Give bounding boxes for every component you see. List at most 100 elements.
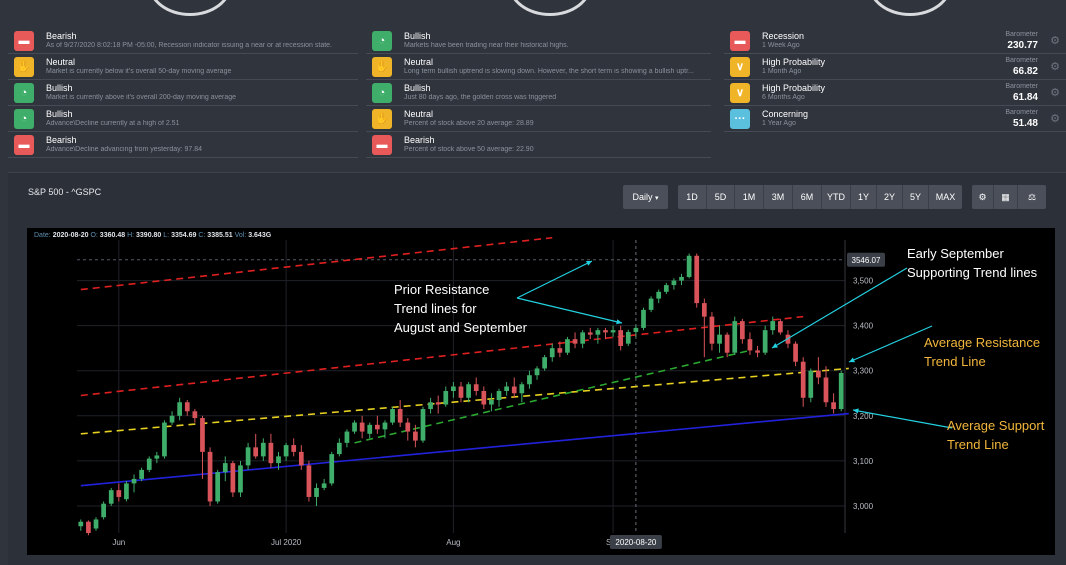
range-button-2y[interactable]: 2Y	[877, 185, 903, 209]
indicator-description: Long term bullish uptrend is slowing dow…	[404, 68, 694, 75]
caret-down-icon: ▾	[655, 195, 659, 202]
range-button-5y[interactable]: 5Y	[903, 185, 929, 209]
candle-body	[253, 447, 259, 457]
gauge-icon: ◔	[14, 83, 34, 103]
candle-body	[435, 402, 441, 405]
candle-body	[124, 483, 129, 500]
indicator-title: Bearish	[404, 135, 435, 145]
indicator-title: High Probability	[762, 83, 826, 93]
indicator-description: Just 80 days ago, the golden cross was t…	[404, 94, 557, 101]
range-button-1m[interactable]: 1M	[735, 185, 764, 209]
indicator-description: Market is currently above it's overall 2…	[46, 94, 237, 101]
annotation-line: August and September	[394, 320, 527, 335]
barometer-row[interactable]: ··· Concerning 1 Year Ago Barometer 51.48 ⚙	[724, 106, 1066, 132]
gear-icon[interactable]: ⚙	[1050, 86, 1060, 99]
dots-icon: ···	[730, 109, 750, 129]
indicator-row[interactable]: ✋ Neutral Market is currently below it's o…	[8, 54, 358, 80]
y-tick-label: 3,000	[853, 502, 874, 511]
indicator-row[interactable]: ▬ Bearish As of 9/27/2020 8:02:18 PM -05:0…	[8, 28, 358, 54]
interval-dropdown[interactable]: Daily ▾	[623, 185, 668, 209]
candle-body	[778, 321, 783, 333]
barometer-row[interactable]: ∨ High Probability 6 Months Ago Barometer 61…	[724, 80, 1066, 106]
candle-body	[739, 321, 745, 340]
x-tick-label: Jul 2020	[271, 538, 302, 547]
gauge-icon: ◔	[14, 109, 34, 129]
candlestick-chart[interactable]: 3,0003,1003,2003,3003,4003,500Jun Jul 202…	[27, 228, 1055, 555]
candle-body	[382, 422, 388, 430]
range-button-ytd[interactable]: YTD	[822, 185, 851, 209]
indicator-description: Markets have been trading near their his…	[404, 42, 569, 49]
indicator-description: 1 Month Ago	[762, 68, 802, 75]
indicator-column-2: ◔ Bullish Markets have been trading near t…	[366, 28, 711, 160]
indicator-row[interactable]: ◔ Bullish Just 80 days ago, the golden cro…	[366, 80, 711, 106]
range-button-5d[interactable]: 5D	[707, 185, 735, 209]
candle-body	[549, 348, 555, 358]
candle-body	[192, 411, 198, 419]
candle-body	[116, 490, 122, 497]
candle-body	[78, 521, 84, 527]
hand-icon: ✋	[14, 57, 34, 77]
indicator-description: As of 9/27/2020 8:02:18 PM -05:00, Reces…	[46, 42, 332, 49]
hand-icon: ✋	[372, 109, 392, 129]
candle-body	[397, 409, 403, 423]
candle-body	[321, 483, 327, 488]
annotation-average-resistance: Average Resistance Trend Line	[924, 333, 1040, 371]
candle-body	[314, 487, 319, 497]
range-button-max[interactable]: MAX	[929, 185, 962, 209]
candle-body	[283, 445, 289, 457]
candle-body	[610, 330, 616, 333]
candle-body	[428, 402, 433, 410]
gear-icon[interactable]: ⚙	[1050, 112, 1060, 125]
candle-body	[245, 447, 251, 466]
barometer-value: 61.84	[1012, 92, 1038, 103]
candle-body	[238, 465, 243, 493]
indicator-row[interactable]: ▬ Bearish Advance\Decline advancing from y…	[8, 132, 358, 158]
candle-body	[587, 332, 593, 335]
candle-body	[451, 386, 456, 392]
candle-body	[101, 503, 106, 518]
barometer-column: ▬ Recession 1 Week Ago Barometer 230.77 ⚙ ∨ Hig…	[724, 28, 1066, 160]
indicator-description: Advance\Decline advancing from yesterday…	[46, 146, 203, 153]
range-button-6m[interactable]: 6M	[793, 185, 822, 209]
y-tick-label: 3,300	[853, 367, 874, 376]
calculator-icon[interactable]: ▦	[994, 185, 1018, 209]
candle-body	[336, 442, 342, 455]
barometer-label: Barometer	[1005, 83, 1038, 90]
settings-icon[interactable]: ⚙	[972, 185, 994, 209]
candle-body	[717, 334, 722, 344]
indicator-title: Bullish	[404, 83, 431, 93]
candle-body	[595, 330, 601, 335]
indicator-title: Bearish	[46, 31, 77, 41]
chart-area[interactable]: Date: 2020-08-20 O: 3360.48 H: 3390.80 L…	[27, 228, 1055, 555]
candle-body	[580, 332, 586, 344]
indicator-row[interactable]: ◔ Bullish Markets have been trading near t…	[366, 28, 711, 54]
range-button-1y[interactable]: 1Y	[851, 185, 877, 209]
candle-body	[633, 327, 639, 332]
candle-body	[519, 384, 525, 394]
indicator-row[interactable]: ✋ Neutral Long term bullish uptrend is slo…	[366, 54, 711, 80]
indicator-row[interactable]: ◔ Bullish Market is currently above it's o…	[8, 80, 358, 106]
candle-body	[306, 465, 312, 497]
barometer-row[interactable]: ▬ Recession 1 Week Ago Barometer 230.77 ⚙	[724, 28, 1066, 54]
candle-body	[534, 368, 540, 376]
gauge-icon: ◔	[372, 31, 392, 51]
trendline	[80, 412, 849, 487]
candle-body	[481, 391, 487, 405]
gear-icon[interactable]: ⚙	[1050, 60, 1060, 73]
x-tick-label: Aug	[446, 538, 460, 547]
candle-body	[823, 377, 829, 403]
gear-icon[interactable]: ⚙	[1050, 34, 1060, 47]
barometer-row[interactable]: ∨ High Probability 1 Month Ago Barometer 66.…	[724, 54, 1066, 80]
candle-body	[298, 451, 304, 466]
compare-icon[interactable]: ⚖	[1018, 185, 1046, 209]
range-button-3m[interactable]: 3M	[764, 185, 793, 209]
candle-body	[367, 424, 373, 434]
indicator-row[interactable]: ✋ Neutral Percent of stock above 20 averag…	[366, 106, 711, 132]
candle-body	[511, 386, 517, 394]
annotation-arrow	[516, 297, 623, 324]
candle-body	[329, 454, 335, 484]
range-button-1d[interactable]: 1D	[678, 185, 707, 209]
candle-body	[838, 372, 844, 410]
indicator-row[interactable]: ▬ Bearish Percent of stock above 50 averag…	[366, 132, 711, 158]
indicator-row[interactable]: ◔ Bullish Advance\Decline currently at a h…	[8, 106, 358, 132]
